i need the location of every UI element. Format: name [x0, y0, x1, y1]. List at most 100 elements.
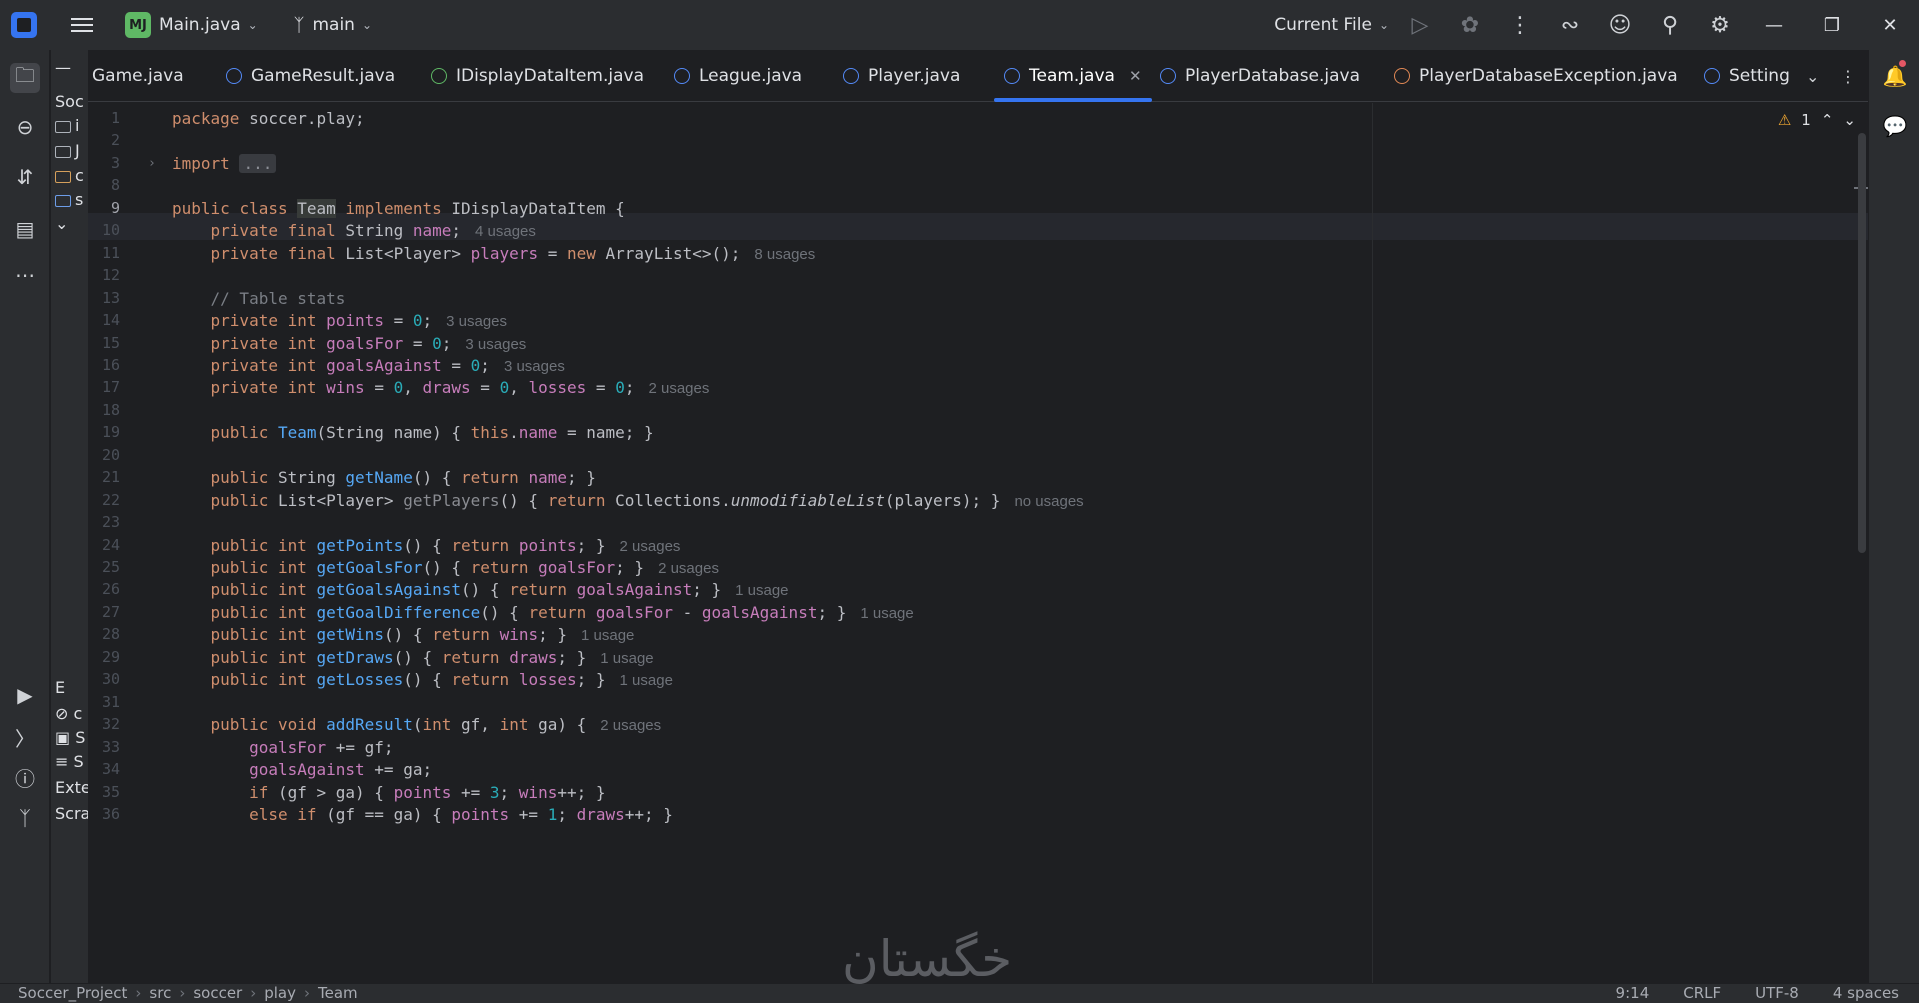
tree-item[interactable]: ≡ S [55, 752, 84, 771]
chevron-right-icon: › [250, 984, 257, 1002]
class-icon [843, 68, 859, 84]
tab-label: PlayerDatabase.java [1185, 66, 1361, 86]
cursor-position[interactable]: 9:14 [1616, 984, 1650, 1003]
breadcrumb-item[interactable]: src [149, 984, 171, 1002]
tab-label: Game.java [92, 66, 184, 86]
tree-item[interactable]: s [55, 190, 83, 209]
more-tools-icon[interactable]: ⋯ [10, 260, 40, 290]
panel-collapse-icon[interactable]: — [55, 58, 71, 77]
class-icon [1704, 68, 1720, 84]
tree-item[interactable]: ▣ S [55, 728, 85, 747]
class-icon [1160, 68, 1176, 84]
usage-hint[interactable]: 1 usage [735, 582, 788, 599]
tab-playerdatabase[interactable]: PlayerDatabase.java [1160, 50, 1360, 102]
tab-label: IDisplayDataItem.java [456, 66, 644, 86]
ai-chat-icon[interactable]: 💬 [1881, 112, 1909, 140]
pull-requests-icon[interactable]: ⇵ [10, 162, 40, 192]
services-icon[interactable]: ▶ [10, 680, 40, 710]
tree-item[interactable]: J [55, 141, 80, 160]
code-editor[interactable]: ⚠ 1 ⌃ ⌄ 1 package soccer.play; 2 3 › import .… [88, 103, 1868, 983]
project-panel: — Soc i J c s ⌄ E ⊘ c ▣ S ≡ S Exte Scra [51, 50, 88, 983]
code-line[interactable]: 36 else if (gf == ga) { points += 1; dra… [88, 801, 1868, 828]
right-tool-strip: 🔔 💬 [1868, 50, 1919, 983]
ide-window: MJ Main.java ⌄ ᛉ main ⌄ Current File ⌄ ▷… [0, 0, 1919, 1003]
usage-hint[interactable]: 8 usages [754, 246, 815, 263]
tab-game[interactable]: Game.java [92, 50, 184, 102]
usage-hint[interactable]: 3 usages [465, 336, 526, 353]
tab-label: Setting [1729, 66, 1790, 86]
run-icon[interactable]: ▷ [1395, 0, 1445, 50]
run-config-selector[interactable]: Current File ⌄ [1274, 0, 1389, 50]
usage-hint[interactable]: 2 usages [600, 717, 661, 734]
tab-label: GameResult.java [251, 66, 396, 86]
file-encoding[interactable]: UTF-8 [1755, 984, 1799, 1003]
notifications-icon[interactable]: 🔔 [1881, 62, 1909, 90]
usage-hint[interactable]: 1 usage [860, 605, 913, 622]
folder-icon [55, 194, 71, 207]
breadcrumb-item[interactable]: Team [318, 984, 358, 1002]
chevron-right-icon: › [179, 984, 186, 1002]
main-menu-icon[interactable] [71, 0, 93, 50]
breadcrumb-item[interactable]: soccer [193, 984, 242, 1002]
tab-team[interactable]: Team.java ✕ [994, 50, 1152, 102]
usage-hint[interactable]: 1 usage [600, 650, 653, 667]
project-switcher[interactable]: MJ Main.java ⌄ [93, 0, 258, 50]
ai-assistant-icon[interactable]: ∾ [1545, 0, 1595, 50]
tree-expand-icon[interactable]: ⌄ [55, 214, 68, 233]
add-user-icon[interactable]: ☺ [1595, 0, 1645, 50]
tab-label: Player.java [868, 66, 961, 86]
usage-hint[interactable]: 2 usages [648, 380, 709, 397]
minimize-button[interactable]: — [1745, 0, 1803, 50]
more-actions-icon[interactable]: ⋮ [1495, 0, 1545, 50]
project-folder-icon[interactable]: 🗀 [10, 63, 40, 93]
usage-hint[interactable]: 2 usages [658, 560, 719, 577]
chevron-down-icon: ⌄ [247, 18, 258, 32]
tree-item[interactable]: ⊘ c [55, 704, 82, 723]
tree-item[interactable]: E [55, 678, 65, 697]
tree-item[interactable]: i [55, 116, 79, 135]
interface-icon [431, 68, 447, 84]
tab-options-icon[interactable]: ⋮ [1840, 50, 1856, 102]
branch-switcher[interactable]: ᛉ main ⌄ [258, 0, 372, 50]
usage-hint[interactable]: 3 usages [504, 358, 565, 375]
editor-scrollbar[interactable] [1858, 133, 1866, 553]
git-icon[interactable]: ᛉ [10, 803, 40, 833]
title-bar: MJ Main.java ⌄ ᛉ main ⌄ Current File ⌄ ▷… [0, 0, 1919, 50]
tab-playerdatabaseexception[interactable]: PlayerDatabaseException.java [1394, 50, 1678, 102]
indent-setting[interactable]: 4 spaces [1833, 984, 1899, 1003]
chevron-down-icon[interactable]: ⌄ [1806, 50, 1819, 102]
ide-logo[interactable] [0, 0, 37, 50]
tab-setting[interactable]: Setting [1704, 50, 1790, 102]
left-tool-strip: 🗀 ⊖ ⇵ ▤ ⋯ ▶ 〉 ⓘ ᛉ [0, 50, 50, 983]
search-icon[interactable]: ⚲ [1645, 0, 1695, 50]
breadcrumb-item[interactable]: Soccer_Project [18, 984, 127, 1002]
class-icon [226, 68, 242, 84]
close-button[interactable]: ✕ [1861, 0, 1919, 50]
tab-gameresult[interactable]: GameResult.java [226, 50, 395, 102]
tab-player[interactable]: Player.java [843, 50, 960, 102]
scratches-item[interactable]: Scra [55, 804, 88, 823]
usage-hint[interactable]: 4 usages [475, 223, 536, 240]
line-number: 36 [101, 804, 120, 823]
maximize-button[interactable]: ❐ [1803, 0, 1861, 50]
list-icon: ≡ [55, 752, 69, 771]
problems-icon[interactable]: ⓘ [10, 762, 40, 792]
structure-icon[interactable]: ▤ [10, 214, 40, 244]
usage-hint[interactable]: 1 usage [581, 627, 634, 644]
tree-item[interactable]: c [55, 166, 84, 185]
usage-hint[interactable]: 3 usages [446, 313, 507, 330]
debug-icon[interactable]: ✿ [1445, 0, 1495, 50]
line-separator[interactable]: CRLF [1683, 984, 1721, 1003]
tab-league[interactable]: League.java [674, 50, 802, 102]
close-tab-icon[interactable]: ✕ [1129, 67, 1142, 85]
project-header[interactable]: Soc [55, 92, 84, 111]
tab-idisplaydataitem[interactable]: IDisplayDataItem.java [431, 50, 644, 102]
terminal-icon[interactable]: 〉 [10, 722, 40, 752]
gear-icon[interactable]: ⚙ [1695, 0, 1745, 50]
usage-hint[interactable]: no usages [1014, 493, 1083, 510]
commit-icon[interactable]: ⊖ [10, 112, 40, 142]
usage-hint[interactable]: 1 usage [620, 672, 673, 689]
breadcrumb-item[interactable]: play [264, 984, 296, 1002]
external-libraries-item[interactable]: Exte [55, 778, 88, 797]
usage-hint[interactable]: 2 usages [620, 538, 681, 555]
